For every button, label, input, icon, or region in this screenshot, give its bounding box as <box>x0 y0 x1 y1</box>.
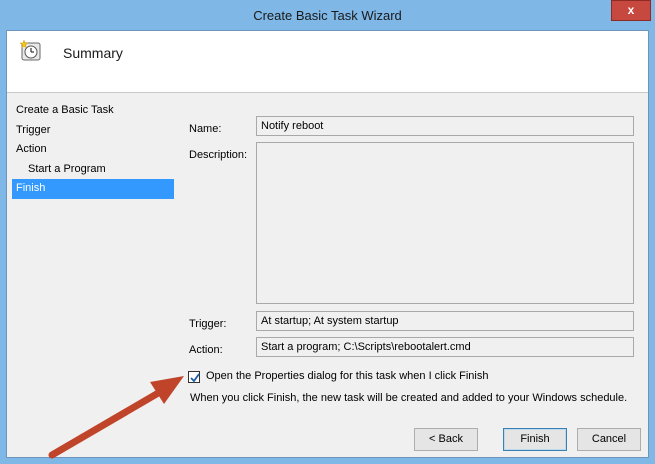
description-field[interactable] <box>256 142 634 304</box>
nav-item-create-basic-task[interactable]: Create a Basic Task <box>12 101 174 121</box>
action-field[interactable]: Start a program; C:\Scripts\rebootalert.… <box>256 337 634 357</box>
task-scheduler-icon <box>19 39 41 61</box>
window-title: Create Basic Task Wizard <box>253 8 402 23</box>
open-properties-checkbox[interactable] <box>188 371 200 383</box>
wizard-window: Create Basic Task Wizard x Summary Creat… <box>0 0 655 464</box>
title-bar[interactable]: Create Basic Task Wizard x <box>0 0 655 30</box>
page-title: Summary <box>63 45 123 61</box>
name-label: Name: <box>189 123 222 135</box>
finish-button[interactable]: Finish <box>503 428 567 451</box>
trigger-field[interactable]: At startup; At system startup <box>256 311 634 331</box>
back-button[interactable]: < Back <box>414 428 478 451</box>
nav-item-finish[interactable]: Finish <box>12 179 174 199</box>
description-label: Description: <box>189 149 248 161</box>
cancel-button[interactable]: Cancel <box>577 428 641 451</box>
name-field[interactable]: Notify reboot <box>256 116 634 136</box>
wizard-client-area: Summary Create a Basic Task Trigger Acti… <box>6 30 649 458</box>
nav-item-start-a-program[interactable]: Start a Program <box>12 160 174 180</box>
wizard-header: Summary <box>7 31 648 93</box>
open-properties-label[interactable]: Open the Properties dialog for this task… <box>206 370 488 382</box>
wizard-steps-nav: Create a Basic Task Trigger Action Start… <box>12 101 174 199</box>
nav-item-trigger[interactable]: Trigger <box>12 121 174 141</box>
close-button[interactable]: x <box>611 0 651 21</box>
checkmark-icon <box>190 373 200 383</box>
action-label: Action: <box>189 344 223 356</box>
trigger-label: Trigger: <box>189 318 227 330</box>
nav-item-action[interactable]: Action <box>12 140 174 160</box>
finish-info-text: When you click Finish, the new task will… <box>190 392 628 404</box>
